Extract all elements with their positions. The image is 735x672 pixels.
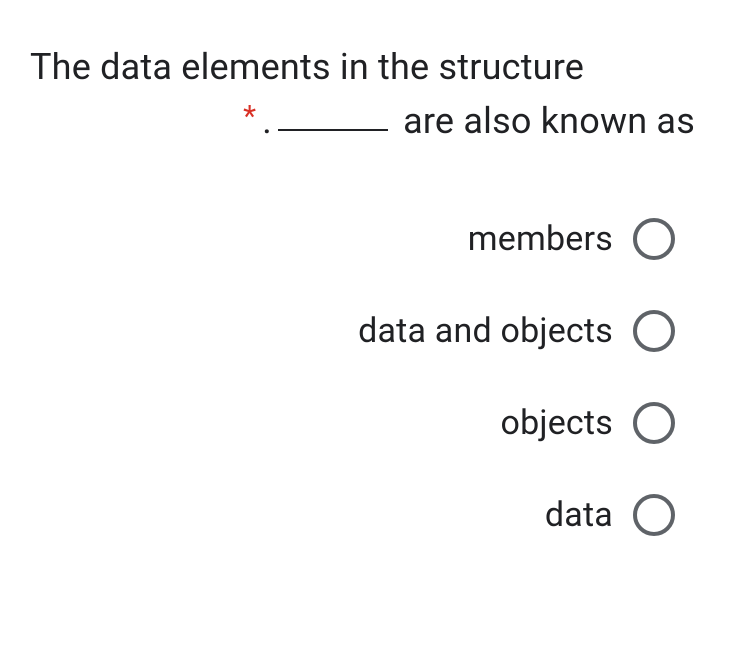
radio-icon[interactable]: [633, 402, 675, 444]
option-label: objects: [500, 403, 613, 443]
question-text: The data elements in the structure *. ar…: [30, 40, 705, 148]
option-label: members: [468, 219, 613, 259]
question-block: The data elements in the structure *. ar…: [30, 40, 705, 536]
question-line-1: The data elements in the structure: [30, 40, 705, 94]
options-list: members data and objects objects data: [30, 218, 705, 536]
option-label: data and objects: [358, 311, 613, 351]
question-line-2: *. are also known as: [30, 94, 705, 148]
option-row: members: [468, 218, 675, 260]
radio-icon[interactable]: [633, 494, 675, 536]
required-asterisk: *: [243, 99, 256, 134]
option-row: data and objects: [358, 310, 675, 352]
option-row: data: [545, 494, 675, 536]
radio-icon[interactable]: [633, 310, 675, 352]
option-label: data: [545, 495, 613, 535]
radio-icon[interactable]: [633, 218, 675, 260]
blank-suffix: are also known as: [394, 100, 695, 142]
fill-blank: [278, 129, 388, 131]
option-row: objects: [500, 402, 675, 444]
blank-prefix: .: [262, 100, 272, 142]
